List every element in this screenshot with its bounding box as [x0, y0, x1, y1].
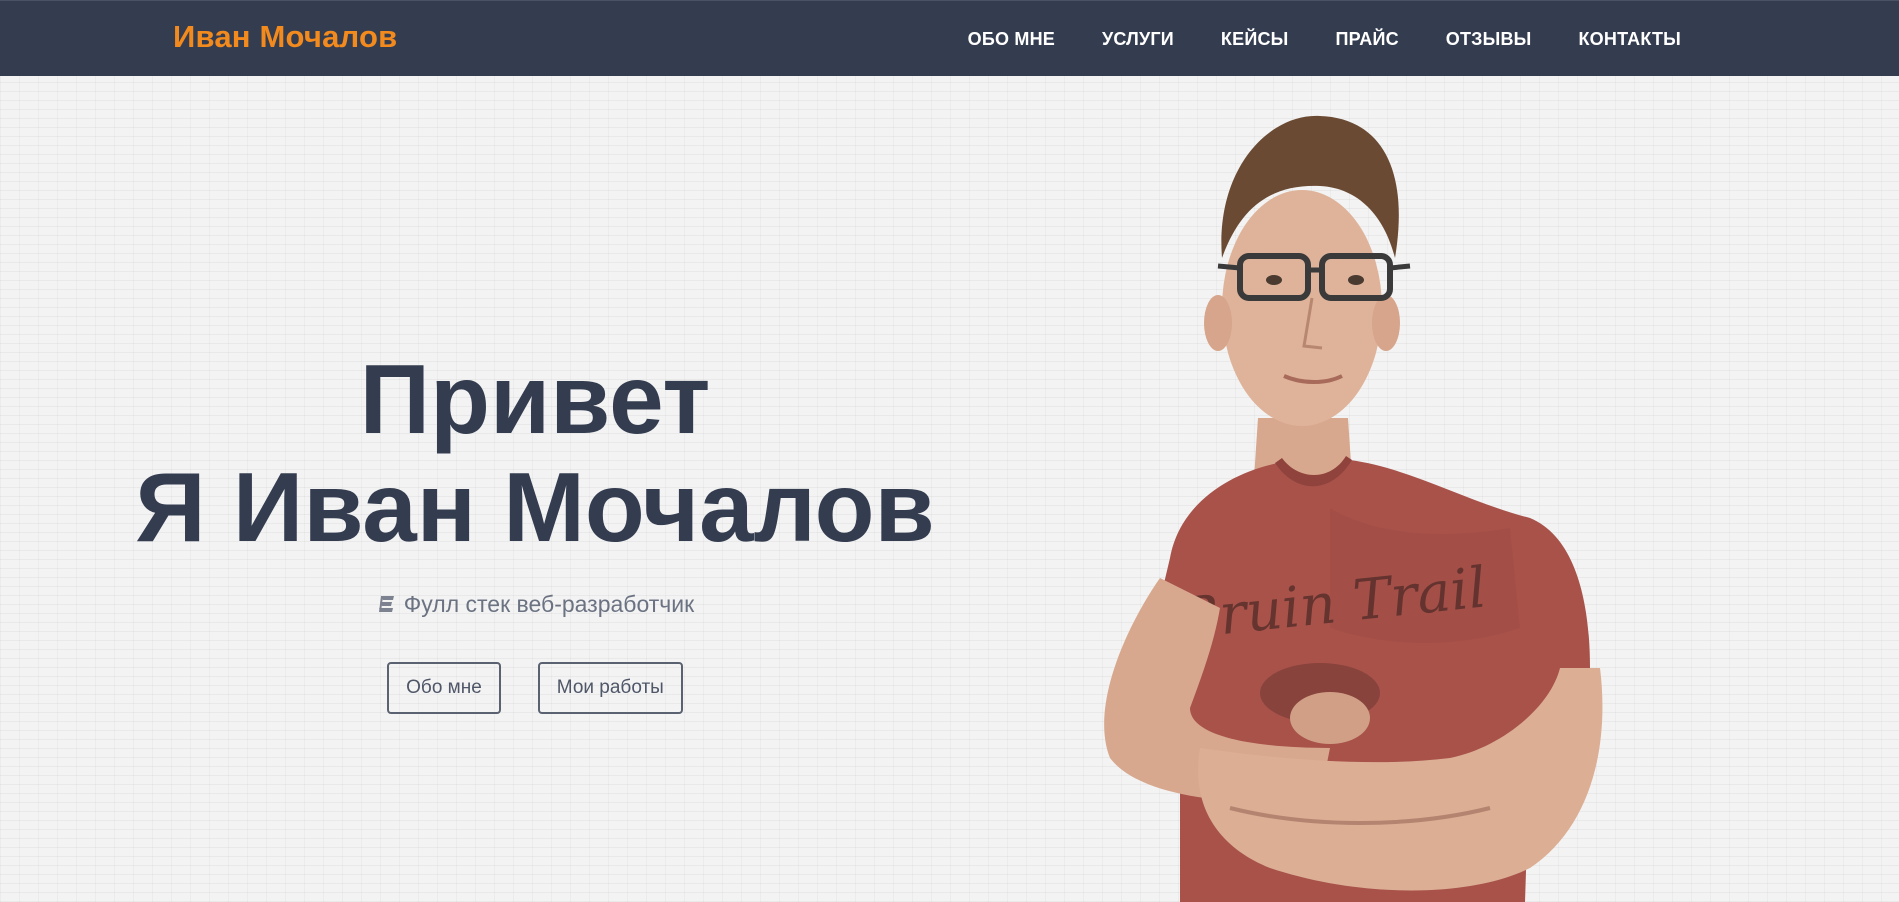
hero-section: Привет Я Иван Мочалов Фулл стек веб-разр… [90, 345, 980, 714]
hero-title-line-name: Я Иван Мочалов [135, 452, 935, 562]
nav-item-services[interactable]: УСЛУГИ [1102, 29, 1174, 50]
my-works-button[interactable]: Мои работы [537, 662, 683, 714]
nav-item-reviews[interactable]: ОТЗЫВЫ [1446, 29, 1532, 50]
hero-subtitle-text: Фулл стек веб-разработчик [403, 591, 695, 617]
top-navbar: Иван Мочалов ОБО МНЕ УСЛУГИ КЕЙСЫ ПРАЙС … [0, 0, 1899, 76]
nav-item-price[interactable]: ПРАЙС [1335, 29, 1398, 50]
hero-buttons: Обо мне Мои работы [90, 662, 980, 714]
elementor-icon [378, 595, 394, 612]
brand-logo-link[interactable]: Иван Мочалов [173, 19, 397, 55]
hero-title: Привет Я Иван Мочалов [90, 345, 980, 561]
nav-item-contacts[interactable]: КОНТАКТЫ [1579, 29, 1682, 50]
nav-item-about[interactable]: ОБО МНЕ [968, 29, 1055, 50]
about-me-button[interactable]: Обо мне [387, 662, 501, 714]
hero-title-line-greeting: Привет [359, 344, 711, 454]
portrait-photo: Bruin Trail [1104, 115, 1603, 902]
nav-menu: ОБО МНЕ УСЛУГИ КЕЙСЫ ПРАЙС ОТЗЫВЫ КОНТАК… [968, 1, 1681, 77]
nav-item-cases[interactable]: КЕЙСЫ [1221, 29, 1289, 50]
hero-subtitle: Фулл стек веб-разработчик [90, 591, 980, 618]
